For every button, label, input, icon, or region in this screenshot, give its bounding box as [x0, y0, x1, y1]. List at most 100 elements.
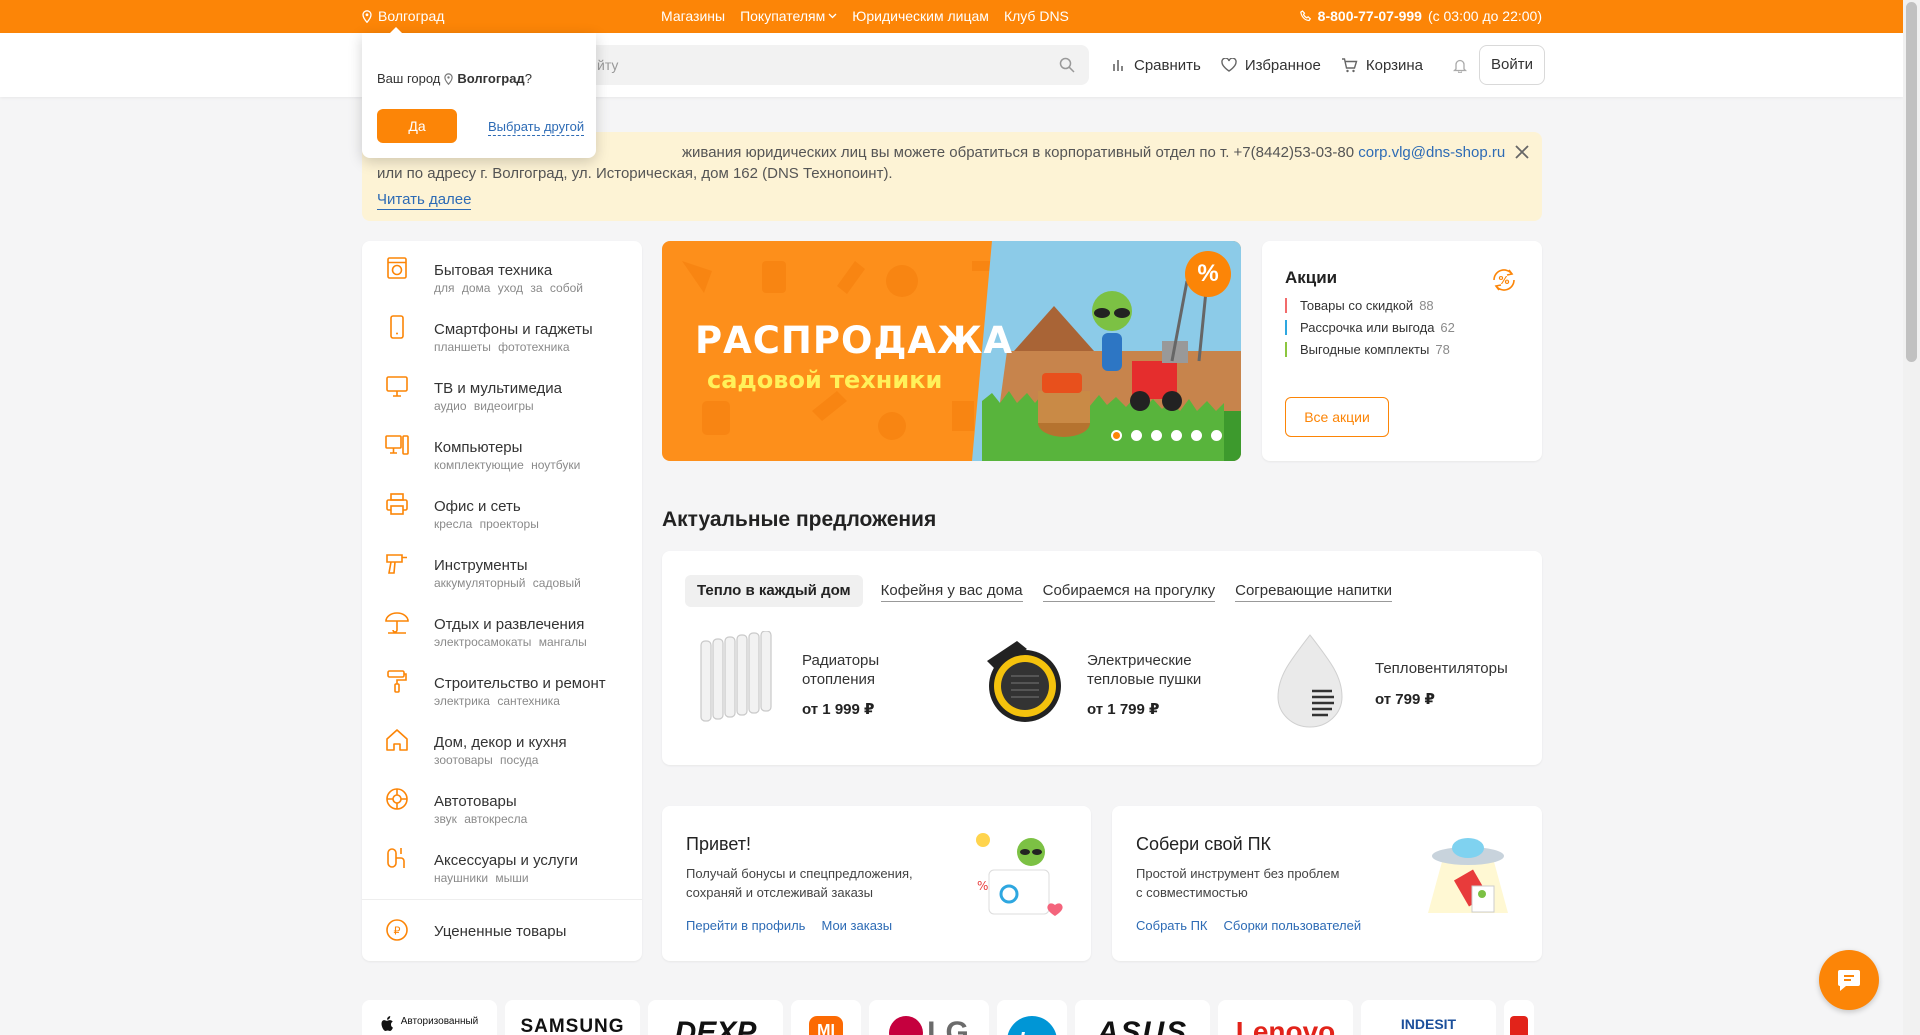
catalog-item-tv[interactable]: ТВ и мультимедиа аудио видеоигры [362, 359, 642, 418]
nav-legal[interactable]: Юридическим лицам [852, 8, 989, 24]
slider-dot[interactable] [1131, 430, 1142, 441]
bell-icon[interactable] [1453, 58, 1468, 73]
nav-club[interactable]: Клуб DNS [1004, 8, 1069, 24]
offers-tabs: Тепло в каждый дом Кофейня у вас дома Со… [685, 575, 1393, 607]
catalog-item-accessories[interactable]: Аксессуары и услуги наушники мыши [362, 831, 642, 890]
offer-name-line2: тепловые пушки [1087, 671, 1202, 688]
my-orders-link[interactable]: Мои заказы [821, 918, 892, 933]
promotions-card: Акции % Товары со скидкой 88 Рассрочка ил… [1262, 241, 1542, 461]
brand-xiaomi[interactable]: MI [791, 1000, 861, 1035]
svg-text:%: % [1498, 274, 1509, 287]
catalog-item-computers[interactable]: Компьютеры комплектующие ноутбуки [362, 418, 642, 477]
catalog-item-appliances[interactable]: Бытовая техника для дома уход за собой [362, 241, 642, 300]
offer-name-line1: Электрические [1087, 652, 1192, 669]
offer-price: от 1 999 ₽ [802, 701, 875, 718]
brand-lg[interactable]: LG [869, 1000, 989, 1035]
favorites-button[interactable]: Избранное [1221, 57, 1321, 74]
favorites-label: Избранное [1244, 56, 1321, 74]
catalog-item-name: Уцененные товары [434, 923, 567, 940]
slider-dot[interactable] [1171, 430, 1182, 441]
banner-percent-badge: % [1185, 251, 1231, 297]
brand-asus[interactable]: ASUS [1075, 1000, 1210, 1035]
brand-dexp[interactable]: DEXP [648, 1000, 783, 1035]
sale-banner[interactable]: РАСПРОДАЖА садовой техники % [662, 241, 1241, 461]
catalog-item-name: Аксессуары и услуги [434, 852, 579, 869]
discount-coin-icon: ₽ [386, 919, 408, 941]
catalog-item-auto[interactable]: Автотовары звук автокресла [362, 772, 642, 831]
slider-dot[interactable] [1211, 430, 1222, 441]
city-question: Ваш город Волгоград? [377, 71, 532, 86]
tv-icon [386, 376, 408, 397]
promo-installment-link[interactable]: Рассрочка или выгода 62 [1285, 320, 1455, 335]
brand-apple[interactable]: Авторизованный [362, 1000, 497, 1035]
promo-bundles-link[interactable]: Выгодные комплекты 78 [1285, 342, 1450, 357]
promo-item-count: 88 [1419, 298, 1434, 313]
search-placeholder: йту [597, 57, 619, 73]
pc-ufo-illustration [1428, 838, 1508, 913]
compare-label: Сравнить [1134, 56, 1201, 74]
brand-indesit[interactable]: INDESIT [1361, 1000, 1496, 1035]
catalog-item-discounted[interactable]: ₽ Уцененные товары [362, 900, 642, 959]
slider-dot[interactable] [1111, 430, 1122, 441]
slider-dot[interactable] [1151, 430, 1162, 441]
catalog-item-tools[interactable]: Инструменты аккумуляторный садовый [362, 536, 642, 595]
nav-customers[interactable]: Покупателям [740, 8, 837, 24]
catalog-item-smartphones[interactable]: Смартфоны и гаджеты планшеты фототехника [362, 300, 642, 359]
build-pc-link[interactable]: Собрать ПК [1136, 918, 1208, 933]
tab-warm-home[interactable]: Тепло в каждый дом [685, 575, 863, 607]
catalog-item-construction[interactable]: Строительство и ремонт электрика сантехн… [362, 654, 642, 713]
printer-icon [386, 493, 408, 515]
read-more-link[interactable]: Читать далее [377, 190, 472, 210]
desc-line: Получай бонусы и спецпредложения, [686, 866, 913, 881]
promo-discount-link[interactable]: Товары со скидкой 88 [1285, 298, 1434, 313]
brand-next[interactable] [1504, 1000, 1534, 1035]
search-icon[interactable] [1059, 57, 1075, 73]
promo-item-label: Товары со скидкой [1300, 298, 1414, 313]
accessories-icon [387, 848, 405, 868]
notice-text-before: живания юридических лиц вы можете обрати… [682, 144, 1355, 161]
login-button[interactable]: Войти [1479, 45, 1545, 85]
brand-hp[interactable]: hp [997, 1000, 1067, 1035]
catalog-item-leisure[interactable]: Отдых и развлечения электросамокаты манг… [362, 595, 642, 654]
promo-item-count: 62 [1440, 320, 1455, 335]
city-question-city: Волгоград [457, 71, 525, 86]
choose-other-city-link[interactable]: Выбрать другой [488, 119, 585, 136]
tab-walk[interactable]: Собираемся на прогулку [1042, 581, 1216, 602]
offer-radiators[interactable]: Радиаторы отопления от 1 999 ₽ [697, 631, 937, 741]
offer-fan-heaters[interactable]: Тепловентиляторы от 799 ₽ [1270, 631, 1520, 741]
catalog-item-office[interactable]: Офис и сеть кресла проекторы [362, 477, 642, 536]
hotline[interactable]: 8-800-77-07-999 (с 03:00 до 22:00) [1299, 8, 1542, 24]
catalog-item-home[interactable]: Дом, декор и кухня зоотовары посуда [362, 713, 642, 772]
compare-button[interactable]: Сравнить [1112, 57, 1201, 74]
nav-stores[interactable]: Магазины [661, 8, 725, 24]
cart-button[interactable]: Корзина [1341, 57, 1423, 74]
svg-text:%: % [977, 879, 988, 893]
promotions-title: Акции [1285, 268, 1338, 287]
confirm-city-button[interactable]: Да [377, 109, 457, 143]
chat-button[interactable] [1819, 950, 1879, 1010]
city-selector[interactable]: Волгоград [362, 8, 444, 24]
notice-email-link[interactable]: corp.vlg@dns-shop.ru [1358, 144, 1505, 161]
tab-coffee[interactable]: Кофейня у вас дома [880, 581, 1023, 602]
all-promotions-button[interactable]: Все акции [1285, 397, 1389, 437]
slider-dot[interactable] [1191, 430, 1202, 441]
banner-title: РАСПРОДАЖА [695, 319, 1013, 362]
user-builds-link[interactable]: Сборки пользователей [1224, 918, 1362, 933]
banner-subtitle: садовой техники [707, 366, 943, 394]
brand-lenovo[interactable]: Lenovo [1218, 1000, 1353, 1035]
tab-drinks[interactable]: Согревающие напитки [1235, 581, 1393, 602]
desc-line: Простой инструмент без проблем [1136, 866, 1340, 881]
brand-samsung[interactable]: SAMSUNG [505, 1000, 640, 1035]
profile-illustration: % [976, 833, 1063, 916]
go-to-profile-link[interactable]: Перейти в профиль [686, 918, 805, 933]
chevron-down-icon [828, 13, 837, 19]
build-pc-links: Собрать ПК Сборки пользователей [1136, 918, 1361, 933]
paint-roller-icon [387, 670, 407, 693]
city-confirm-popup: Ваш город Волгоград? Да Выбрать другой [362, 27, 596, 158]
scrollbar-thumb[interactable] [1906, 2, 1917, 362]
page-scrollbar[interactable] [1903, 0, 1920, 1035]
search-input[interactable]: йту [587, 45, 1089, 85]
offer-heat-guns[interactable]: Электрические тепловые пушки от 1 799 ₽ [977, 631, 1237, 741]
close-icon[interactable] [1514, 144, 1530, 160]
catalog-item-sub: комплектующие ноутбуки [434, 458, 581, 472]
